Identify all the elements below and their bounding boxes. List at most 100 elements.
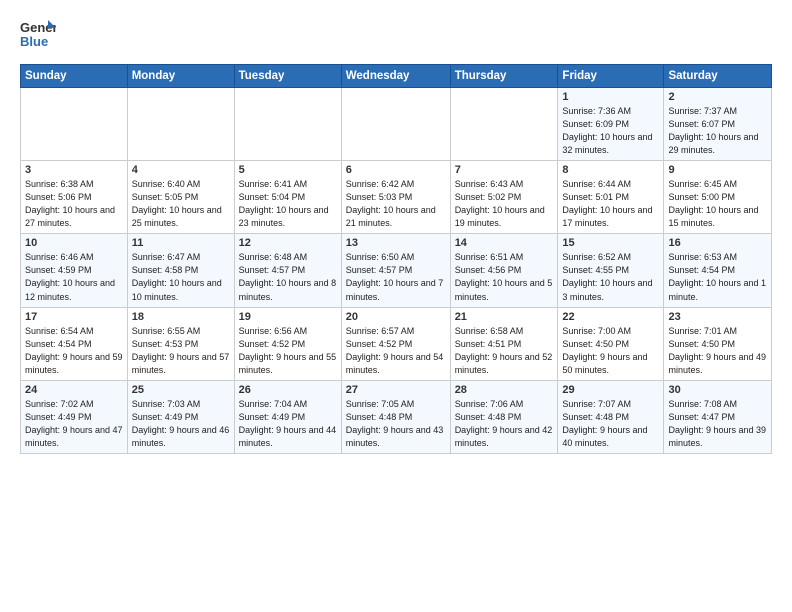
cell-info: Sunrise: 6:41 AM Sunset: 5:04 PM Dayligh… bbox=[239, 178, 337, 230]
cell-info: Sunrise: 7:00 AM Sunset: 4:50 PM Dayligh… bbox=[562, 325, 659, 377]
cell-info: Sunrise: 7:36 AM Sunset: 6:09 PM Dayligh… bbox=[562, 105, 659, 157]
cell-info: Sunrise: 7:07 AM Sunset: 4:48 PM Dayligh… bbox=[562, 398, 659, 450]
calendar-cell: 23Sunrise: 7:01 AM Sunset: 4:50 PM Dayli… bbox=[664, 307, 772, 380]
page: General Blue SundayMondayTuesdayWednesda… bbox=[0, 0, 792, 470]
cell-info: Sunrise: 6:43 AM Sunset: 5:02 PM Dayligh… bbox=[455, 178, 554, 230]
cell-info: Sunrise: 6:40 AM Sunset: 5:05 PM Dayligh… bbox=[132, 178, 230, 230]
day-number: 3 bbox=[25, 164, 123, 176]
day-number: 27 bbox=[346, 384, 446, 396]
calendar-cell: 28 Sunrise: 7:06 AM Sunset: 4:48 PM Dayli… bbox=[450, 380, 558, 453]
cell-info: Sunrise: 7:06 AM Sunset: 4:48 PM Dayligh… bbox=[455, 398, 554, 450]
weekday-thursday: Thursday bbox=[450, 65, 558, 88]
calendar-cell bbox=[127, 88, 234, 161]
day-number: 19 bbox=[239, 311, 337, 323]
calendar-cell: 17Sunrise: 6:54 AM Sunset: 4:54 PM Dayli… bbox=[21, 307, 128, 380]
calendar-cell: 7 Sunrise: 6:43 AM Sunset: 5:02 PM Daylig… bbox=[450, 161, 558, 234]
calendar-cell: 19 Sunrise: 6:56 AM Sunset: 4:52 PM Dayli… bbox=[234, 307, 341, 380]
cell-info: Sunrise: 6:47 AM Sunset: 4:58 PM Dayligh… bbox=[132, 251, 230, 303]
day-number: 1 bbox=[562, 91, 659, 103]
day-number: 26 bbox=[239, 384, 337, 396]
day-number: 29 bbox=[562, 384, 659, 396]
calendar-cell: 5 Sunrise: 6:41 AM Sunset: 5:04 PM Daylig… bbox=[234, 161, 341, 234]
day-number: 8 bbox=[562, 164, 659, 176]
day-number: 17 bbox=[25, 311, 123, 323]
calendar-cell: 9 Sunrise: 6:45 AM Sunset: 5:00 PM Daylig… bbox=[664, 161, 772, 234]
cell-info: Sunrise: 7:02 AM Sunset: 4:49 PM Dayligh… bbox=[25, 398, 123, 450]
calendar-cell: 3 Sunrise: 6:38 AM Sunset: 5:06 PM Daylig… bbox=[21, 161, 128, 234]
calendar-cell: 1 Sunrise: 7:36 AM Sunset: 6:09 PM Daylig… bbox=[558, 88, 664, 161]
cell-info: Sunrise: 6:46 AM Sunset: 4:59 PM Dayligh… bbox=[25, 251, 123, 303]
day-number: 7 bbox=[455, 164, 554, 176]
weekday-friday: Friday bbox=[558, 65, 664, 88]
day-number: 12 bbox=[239, 237, 337, 249]
cell-info: Sunrise: 6:56 AM Sunset: 4:52 PM Dayligh… bbox=[239, 325, 337, 377]
cell-info: Sunrise: 6:42 AM Sunset: 5:03 PM Dayligh… bbox=[346, 178, 446, 230]
calendar-cell bbox=[21, 88, 128, 161]
weekday-tuesday: Tuesday bbox=[234, 65, 341, 88]
calendar-cell: 13 Sunrise: 6:50 AM Sunset: 4:57 PM Dayli… bbox=[341, 234, 450, 307]
calendar-cell: 18 Sunrise: 6:55 AM Sunset: 4:53 PM Dayli… bbox=[127, 307, 234, 380]
calendar-cell: 27 Sunrise: 7:05 AM Sunset: 4:48 PM Dayli… bbox=[341, 380, 450, 453]
calendar-cell: 26 Sunrise: 7:04 AM Sunset: 4:49 PM Dayli… bbox=[234, 380, 341, 453]
day-number: 21 bbox=[455, 311, 554, 323]
cell-info: Sunrise: 7:05 AM Sunset: 4:48 PM Dayligh… bbox=[346, 398, 446, 450]
day-number: 20 bbox=[346, 311, 446, 323]
week-row-5: 24 Sunrise: 7:02 AM Sunset: 4:49 PM Dayli… bbox=[21, 380, 772, 453]
calendar-cell: 22 Sunrise: 7:00 AM Sunset: 4:50 PM Dayli… bbox=[558, 307, 664, 380]
day-number: 5 bbox=[239, 164, 337, 176]
day-number: 11 bbox=[132, 237, 230, 249]
calendar-cell: 14 Sunrise: 6:51 AM Sunset: 4:56 PM Dayli… bbox=[450, 234, 558, 307]
day-number: 18 bbox=[132, 311, 230, 323]
week-row-1: 1 Sunrise: 7:36 AM Sunset: 6:09 PM Daylig… bbox=[21, 88, 772, 161]
calendar-cell: 11 Sunrise: 6:47 AM Sunset: 4:58 PM Dayli… bbox=[127, 234, 234, 307]
calendar-cell: 20 Sunrise: 6:57 AM Sunset: 4:52 PM Dayli… bbox=[341, 307, 450, 380]
cell-info: Sunrise: 6:57 AM Sunset: 4:52 PM Dayligh… bbox=[346, 325, 446, 377]
calendar-cell: 29 Sunrise: 7:07 AM Sunset: 4:48 PM Dayli… bbox=[558, 380, 664, 453]
week-row-4: 17Sunrise: 6:54 AM Sunset: 4:54 PM Dayli… bbox=[21, 307, 772, 380]
weekday-sunday: Sunday bbox=[21, 65, 128, 88]
week-row-3: 10Sunrise: 6:46 AM Sunset: 4:59 PM Dayli… bbox=[21, 234, 772, 307]
day-number: 24 bbox=[25, 384, 123, 396]
cell-info: Sunrise: 7:03 AM Sunset: 4:49 PM Dayligh… bbox=[132, 398, 230, 450]
day-number: 15 bbox=[562, 237, 659, 249]
day-number: 13 bbox=[346, 237, 446, 249]
logo: General Blue bbox=[20, 16, 56, 52]
calendar-cell: 6 Sunrise: 6:42 AM Sunset: 5:03 PM Daylig… bbox=[341, 161, 450, 234]
day-number: 9 bbox=[668, 164, 767, 176]
weekday-wednesday: Wednesday bbox=[341, 65, 450, 88]
calendar-cell bbox=[234, 88, 341, 161]
day-number: 4 bbox=[132, 164, 230, 176]
week-row-2: 3 Sunrise: 6:38 AM Sunset: 5:06 PM Daylig… bbox=[21, 161, 772, 234]
calendar-cell: 12 Sunrise: 6:48 AM Sunset: 4:57 PM Dayli… bbox=[234, 234, 341, 307]
cell-info: Sunrise: 6:44 AM Sunset: 5:01 PM Dayligh… bbox=[562, 178, 659, 230]
calendar-cell: 10Sunrise: 6:46 AM Sunset: 4:59 PM Dayli… bbox=[21, 234, 128, 307]
cell-info: Sunrise: 7:08 AM Sunset: 4:47 PM Dayligh… bbox=[668, 398, 767, 450]
calendar-cell: 2 Sunrise: 7:37 AM Sunset: 6:07 PM Daylig… bbox=[664, 88, 772, 161]
cell-info: Sunrise: 7:37 AM Sunset: 6:07 PM Dayligh… bbox=[668, 105, 767, 157]
cell-info: Sunrise: 6:55 AM Sunset: 4:53 PM Dayligh… bbox=[132, 325, 230, 377]
cell-info: Sunrise: 6:51 AM Sunset: 4:56 PM Dayligh… bbox=[455, 251, 554, 303]
calendar-cell: 21 Sunrise: 6:58 AM Sunset: 4:51 PM Dayli… bbox=[450, 307, 558, 380]
calendar-table: SundayMondayTuesdayWednesdayThursdayFrid… bbox=[20, 64, 772, 454]
calendar-cell: 8 Sunrise: 6:44 AM Sunset: 5:01 PM Daylig… bbox=[558, 161, 664, 234]
day-number: 28 bbox=[455, 384, 554, 396]
cell-info: Sunrise: 7:01 AM Sunset: 4:50 PM Dayligh… bbox=[668, 325, 767, 377]
day-number: 22 bbox=[562, 311, 659, 323]
calendar-cell: 30 Sunrise: 7:08 AM Sunset: 4:47 PM Dayli… bbox=[664, 380, 772, 453]
svg-text:Blue: Blue bbox=[20, 34, 48, 49]
cell-info: Sunrise: 6:50 AM Sunset: 4:57 PM Dayligh… bbox=[346, 251, 446, 303]
day-number: 16 bbox=[668, 237, 767, 249]
day-number: 14 bbox=[455, 237, 554, 249]
day-number: 2 bbox=[668, 91, 767, 103]
logo-icon: General Blue bbox=[20, 16, 56, 52]
calendar-cell: 24 Sunrise: 7:02 AM Sunset: 4:49 PM Dayli… bbox=[21, 380, 128, 453]
day-number: 6 bbox=[346, 164, 446, 176]
cell-info: Sunrise: 7:04 AM Sunset: 4:49 PM Dayligh… bbox=[239, 398, 337, 450]
cell-info: Sunrise: 6:38 AM Sunset: 5:06 PM Dayligh… bbox=[25, 178, 123, 230]
cell-info: Sunrise: 6:45 AM Sunset: 5:00 PM Dayligh… bbox=[668, 178, 767, 230]
cell-info: Sunrise: 6:48 AM Sunset: 4:57 PM Dayligh… bbox=[239, 251, 337, 303]
weekday-monday: Monday bbox=[127, 65, 234, 88]
day-number: 30 bbox=[668, 384, 767, 396]
cell-info: Sunrise: 6:58 AM Sunset: 4:51 PM Dayligh… bbox=[455, 325, 554, 377]
calendar-cell bbox=[341, 88, 450, 161]
